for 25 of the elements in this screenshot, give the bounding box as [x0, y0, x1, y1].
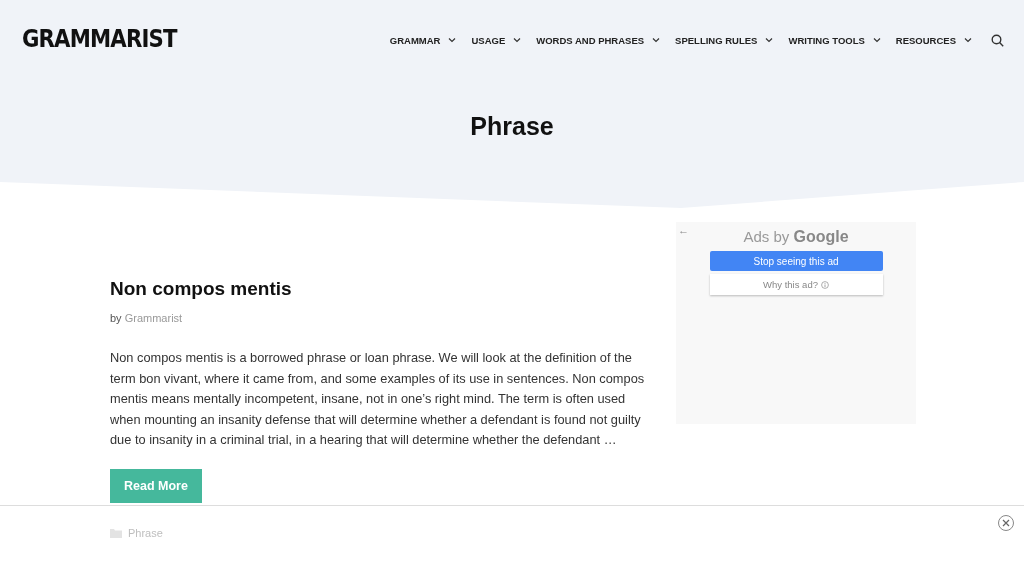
- chevron-down-icon: [652, 37, 661, 43]
- search-icon[interactable]: [991, 33, 1004, 47]
- nav-menu-item[interactable]: GRAMMAR: [389, 34, 457, 46]
- nav-menu-item[interactable]: USAGE: [471, 34, 522, 46]
- close-icon[interactable]: [998, 515, 1014, 531]
- why-this-ad-button[interactable]: Why this ad?: [709, 274, 883, 295]
- chevron-down-icon: [765, 37, 774, 43]
- nav-menu-item[interactable]: SPELLING RULES: [675, 34, 774, 46]
- post-byline: by Grammarist: [110, 312, 184, 324]
- post-excerpt: Non compos mentis is a borrowed phrase or loan phrase. We will look at the definition of the term bon vivant, where it came from, and some examples of its use in sentences. Non compos mentis means mentally incompetent, insane, not in one’s right mind. The term is often used when mounting an insanity defense that will determine whether a defendant is found not guilty due to insanity in a criminal trial, in a hearing that will determine whether the defendant …: [110, 349, 646, 449]
- nav-menu-item[interactable]: WRITING TOOLS: [788, 34, 881, 46]
- site-logo[interactable]: GRAMMARIST: [22, 23, 177, 53]
- stop-seeing-ad-button[interactable]: Stop seeing this ad: [709, 251, 883, 271]
- folder-icon: [110, 527, 122, 538]
- chevron-down-icon: [448, 37, 457, 43]
- chevron-down-icon: [964, 37, 972, 43]
- post-title[interactable]: Non compos mentis: [110, 278, 655, 300]
- page-title: Phrase: [469, 112, 555, 141]
- ad-heading: Ads by Google: [743, 228, 849, 246]
- info-icon: [820, 280, 829, 289]
- chevron-down-icon: [872, 37, 881, 43]
- nav-menu-item[interactable]: RESOURCES: [895, 34, 972, 46]
- nav-menu-item[interactable]: WORDS AND PHRASES: [536, 34, 661, 46]
- chevron-down-icon: [513, 37, 522, 43]
- back-arrow[interactable]: ←: [678, 224, 689, 236]
